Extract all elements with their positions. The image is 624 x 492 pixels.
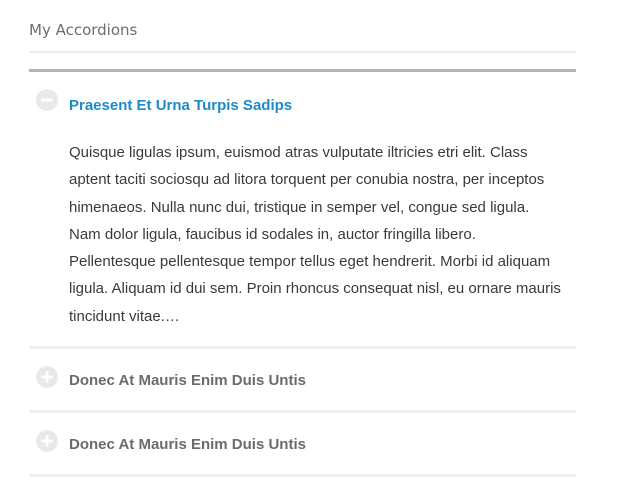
accordion-header[interactable]: Donec At Mauris Enim Duis Untis [29,349,576,410]
accordion: Praesent Et Urna Turpis Sadips Quisque l… [29,69,576,478]
widget-title: My Accordions [29,0,576,53]
minus-icon[interactable] [36,89,58,111]
accordion-item: Praesent Et Urna Turpis Sadips Quisque l… [29,72,576,350]
accordion-header[interactable]: Donec At Mauris Enim Duis Untis [29,413,576,474]
accordion-item: Donec At Mauris Enim Duis Untis [29,349,576,414]
plus-icon[interactable] [36,430,58,453]
accordion-title[interactable]: Donec At Mauris Enim Duis Untis [69,372,306,389]
accordion-title[interactable]: Praesent Et Urna Turpis Sadips [69,97,292,114]
accordion-content: Quisque ligulas ipsum, euismod atras vul… [69,144,561,325]
accordion-item: Donec At Mauris Enim Duis Untis [29,413,576,478]
accordion-widget: My Accordions Praesent Et Urna Turpis Sa… [29,0,576,478]
accordion-header[interactable]: Praesent Et Urna Turpis Sadips [29,72,576,135]
plus-icon[interactable] [36,366,58,389]
accordion-title[interactable]: Donec At Mauris Enim Duis Untis [69,436,306,453]
